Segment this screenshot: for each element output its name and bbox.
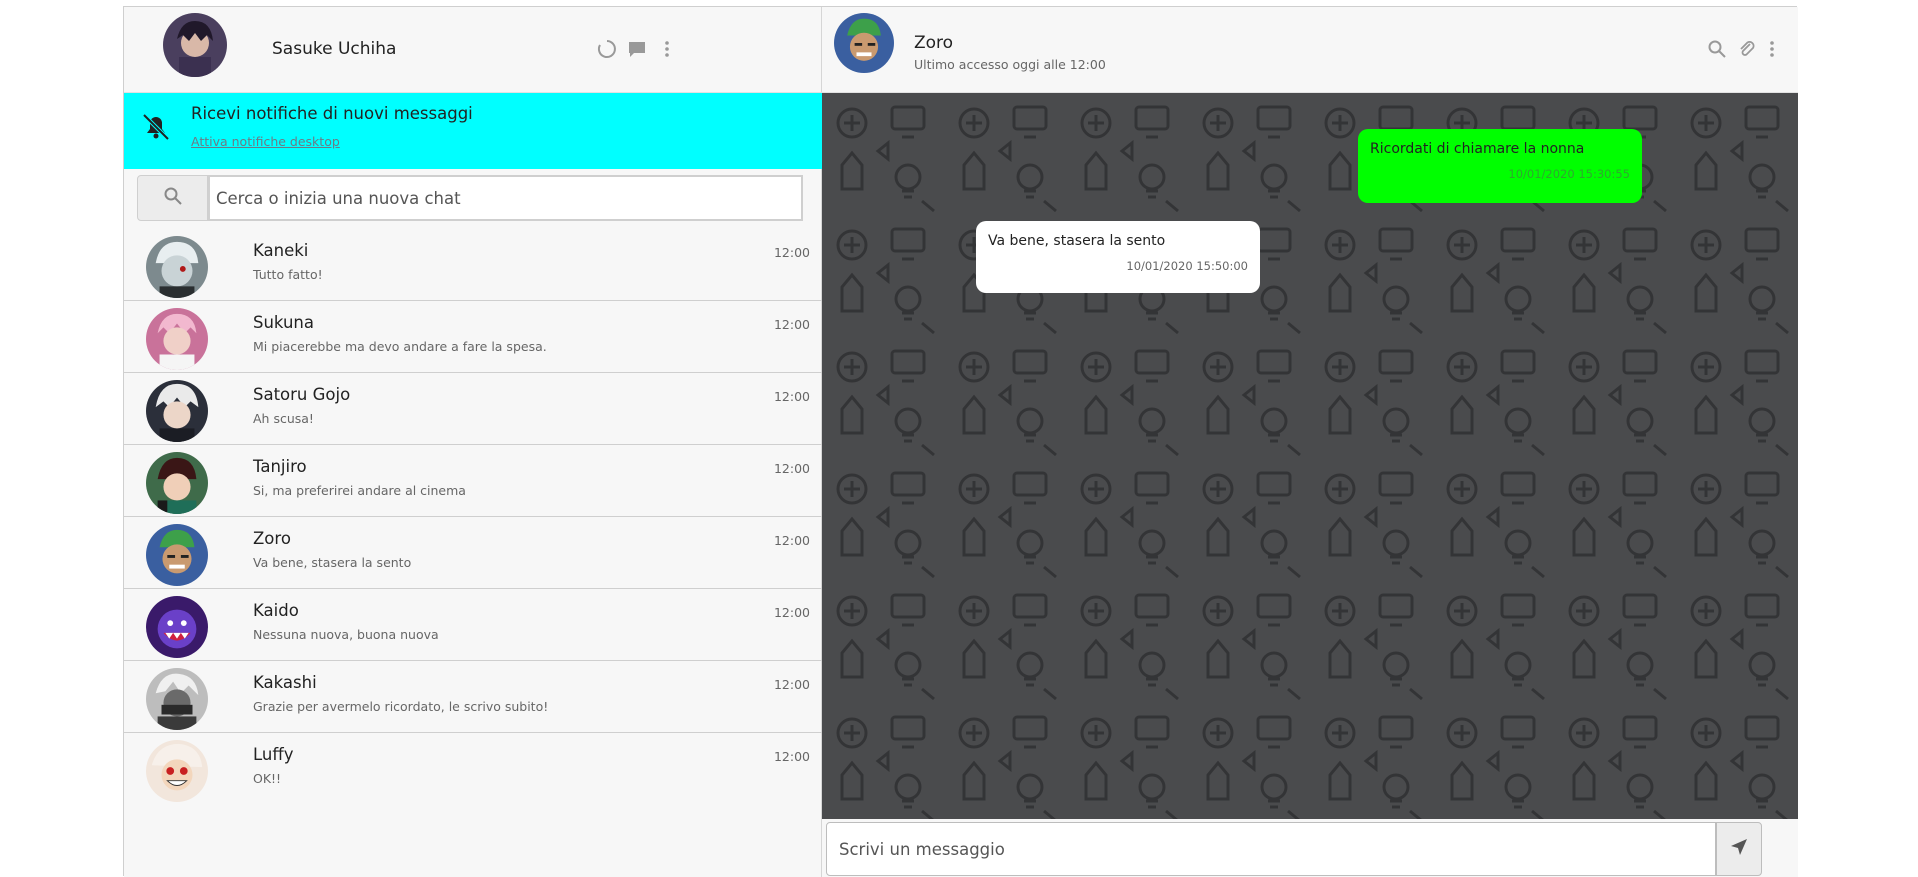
notification-banner: Ricevi notifiche di nuovi messaggi Attiv… — [124, 93, 822, 169]
message-composer — [822, 819, 1798, 877]
search-button[interactable] — [137, 175, 208, 221]
attach-icon[interactable] — [1737, 39, 1757, 59]
chat-name: Kaneki — [253, 241, 309, 260]
chat-last-message: Ah scusa! — [253, 411, 314, 426]
avatar — [146, 236, 208, 298]
chat-last-message: Si, ma preferirei andare al cinema — [253, 483, 466, 498]
chat-background-pattern — [822, 93, 1798, 819]
chat-name: Luffy — [253, 745, 294, 764]
chat-last-message: OK!! — [253, 771, 282, 786]
chat-last-message: Mi piacerebbe ma devo andare a fare la s… — [253, 339, 547, 354]
send-icon — [1730, 838, 1748, 860]
chat-item-tanjiro[interactable]: Tanjiro Si, ma preferirei andare al cine… — [124, 445, 822, 517]
messages-area[interactable]: Ricordati di chiamare la nonna 10/01/202… — [822, 93, 1798, 819]
chat-list: Kaneki Tutto fatto! 12:00 Sukuna Mi piac… — [124, 229, 822, 805]
sidebar: Sasuke Uchiha Ricevi notifiche di nuovi … — [124, 7, 822, 877]
avatar — [146, 596, 208, 658]
search-input[interactable] — [208, 175, 803, 221]
chat-last-message: Nessuna nuova, buona nuova — [253, 627, 439, 642]
message-received[interactable]: Va bene, stasera la sento 10/01/2020 15:… — [976, 221, 1260, 293]
status-icon[interactable] — [597, 39, 617, 59]
chat-time: 12:00 — [773, 749, 810, 764]
chat-time: 12:00 — [773, 605, 810, 620]
avatar — [146, 740, 208, 802]
conversation-header-actions — [1707, 39, 1777, 59]
menu-icon[interactable] — [1767, 39, 1777, 59]
chat-item-kaido[interactable]: Kaido Nessuna nuova, buona nuova 12:00 — [124, 589, 822, 661]
chat-name: Zoro — [253, 529, 291, 548]
chat-item-kakashi[interactable]: Kakashi Grazie per avermelo ricordato, l… — [124, 661, 822, 733]
message-timestamp: 10/01/2020 15:50:00 — [1126, 259, 1248, 273]
chat-time: 12:00 — [773, 389, 810, 404]
notification-title: Ricevi notifiche di nuovi messaggi — [191, 104, 473, 123]
chat-item-kaneki[interactable]: Kaneki Tutto fatto! 12:00 — [124, 229, 822, 301]
sidebar-header: Sasuke Uchiha — [124, 7, 822, 93]
chat-time: 12:00 — [773, 533, 810, 548]
chat-name: Kaido — [253, 601, 299, 620]
chat-last-message: Grazie per avermelo ricordato, le scrivo… — [253, 699, 549, 714]
avatar — [146, 452, 208, 514]
conversation-panel: Zoro Ultimo accesso oggi alle 12:00 Rico… — [822, 7, 1798, 877]
chat-last-message: Va bene, stasera la sento — [253, 555, 412, 570]
avatar — [146, 524, 208, 586]
conversation-header: Zoro Ultimo accesso oggi alle 12:00 — [822, 7, 1798, 93]
sidebar-header-actions — [597, 39, 677, 59]
avatar — [146, 380, 208, 442]
chat-name: Sukuna — [253, 313, 315, 332]
message-timestamp: 10/01/2020 15:30:55 — [1508, 167, 1630, 181]
chat-item-luffy[interactable]: Luffy OK!! 12:00 — [124, 733, 822, 805]
menu-icon[interactable] — [657, 39, 677, 59]
chat-item-satoru-gojo[interactable]: Satoru Gojo Ah scusa! 12:00 — [124, 373, 822, 445]
contact-last-seen: Ultimo accesso oggi alle 12:00 — [914, 57, 1106, 72]
contact-name: Zoro — [914, 33, 954, 53]
message-input[interactable] — [826, 822, 1716, 876]
user-avatar[interactable] — [163, 13, 227, 77]
chat-time: 12:00 — [773, 677, 810, 692]
bell-off-icon — [139, 109, 173, 143]
message-text: Ricordati di chiamare la nonna — [1370, 141, 1585, 157]
search-icon[interactable] — [1707, 39, 1727, 59]
avatar — [146, 668, 208, 730]
message-sent[interactable]: Ricordati di chiamare la nonna 10/01/202… — [1358, 129, 1642, 203]
new-chat-icon[interactable] — [627, 39, 647, 59]
chat-item-zoro[interactable]: Zoro Va bene, stasera la sento 12:00 — [124, 517, 822, 589]
chat-last-message: Tutto fatto! — [253, 267, 323, 282]
send-button[interactable] — [1716, 822, 1762, 876]
chat-name: Tanjiro — [253, 457, 307, 476]
whatsapp-app: Sasuke Uchiha Ricevi notifiche di nuovi … — [123, 6, 1798, 877]
chat-time: 12:00 — [773, 317, 810, 332]
chat-name: Satoru Gojo — [253, 385, 351, 404]
enable-notifications-link[interactable]: Attiva notifiche desktop — [191, 134, 340, 149]
chat-time: 12:00 — [773, 245, 810, 260]
chat-item-sukuna[interactable]: Sukuna Mi piacerebbe ma devo andare a fa… — [124, 301, 822, 373]
search-icon — [163, 186, 183, 210]
search-bar — [137, 175, 803, 221]
chat-time: 12:00 — [773, 461, 810, 476]
user-name: Sasuke Uchiha — [272, 39, 397, 59]
message-text: Va bene, stasera la sento — [988, 233, 1166, 249]
chat-name: Kakashi — [253, 673, 317, 692]
avatar — [146, 308, 208, 370]
contact-avatar[interactable] — [834, 13, 894, 73]
